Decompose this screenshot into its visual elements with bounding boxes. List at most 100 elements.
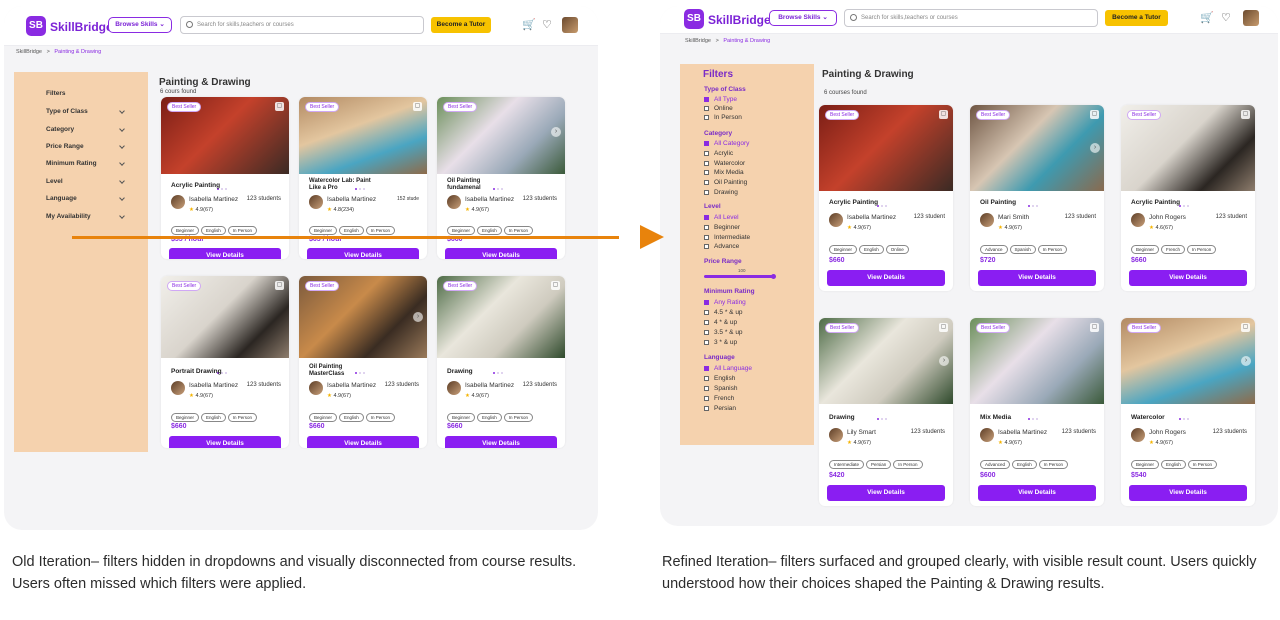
filter-option-online[interactable]: Online: [704, 105, 733, 112]
filter-option-intermediate[interactable]: Intermediate: [704, 234, 750, 241]
arrow-right-icon[interactable]: ›: [1241, 356, 1251, 366]
search-input[interactable]: Search for skills,teachers or courses: [180, 16, 424, 34]
view-details-button[interactable]: View Details: [307, 248, 419, 259]
price-range-handle[interactable]: [771, 274, 776, 279]
dot[interactable]: [221, 188, 223, 190]
checkbox[interactable]: [704, 114, 709, 120]
course-title[interactable]: Oil Painting: [980, 199, 1016, 206]
dot[interactable]: [225, 372, 227, 374]
course-card[interactable]: Best Seller ▢ Watercolor Lab: Paint Like…: [299, 97, 427, 259]
dot[interactable]: [225, 188, 227, 190]
bookmark-icon[interactable]: ▢: [1241, 110, 1250, 119]
course-title[interactable]: Oil Painting MasterClass: [309, 364, 369, 378]
course-card[interactable]: Best Seller ▢ › Oil Painting Mari Smith …: [970, 105, 1104, 291]
become-tutor-button[interactable]: Become a Tutor: [431, 17, 491, 33]
checkbox[interactable]: [704, 160, 709, 166]
filter-option-beginner[interactable]: Beginner: [704, 224, 740, 231]
course-card[interactable]: Best Seller ▢ Portrait Drawing Isabella …: [161, 276, 289, 448]
checkbox[interactable]: [704, 96, 709, 102]
arrow-right-icon[interactable]: ›: [939, 356, 949, 366]
filter-option-mix-media[interactable]: Mix Media: [704, 169, 744, 176]
filter-option-spanish[interactable]: Spanish: [704, 385, 738, 392]
view-details-button[interactable]: View Details: [307, 436, 419, 448]
view-details-button[interactable]: View Details: [445, 248, 557, 259]
view-details-button[interactable]: View Details: [445, 436, 557, 448]
filter-option-acrylic[interactable]: Acrylic: [704, 150, 733, 157]
filter-option-advance[interactable]: Advance: [704, 243, 739, 250]
course-title[interactable]: Drawing: [829, 414, 855, 421]
search-input[interactable]: Search for skills,teachers or courses: [844, 9, 1098, 27]
breadcrumb-current[interactable]: Painting & Drawing: [723, 38, 770, 44]
filter-option-oil-painting[interactable]: Oil Painting: [704, 179, 747, 186]
filter-option-drawing[interactable]: Drawing: [704, 189, 738, 196]
dot[interactable]: [497, 188, 499, 190]
view-details-button[interactable]: View Details: [1129, 270, 1247, 286]
course-title[interactable]: Acrylic Painting: [1131, 199, 1180, 206]
checkbox[interactable]: [704, 189, 709, 195]
checkbox[interactable]: [704, 105, 709, 111]
logo-text[interactable]: SkillBridge: [50, 20, 113, 34]
filter-option-in-person[interactable]: In Person: [704, 114, 742, 121]
bookmark-icon[interactable]: ▢: [551, 281, 560, 290]
instructor-name[interactable]: Isabella Martinez: [189, 196, 238, 203]
price-range-slider[interactable]: [704, 274, 776, 279]
course-card[interactable]: Best Seller ▢ › Watercolor John Rogers 1…: [1121, 318, 1255, 506]
course-card[interactable]: Best Seller ▢ Acrylic Painting Isabella …: [819, 105, 953, 291]
filter-option-rating-4[interactable]: 4 * & up: [704, 319, 737, 326]
filter-option-all-type[interactable]: All Type: [704, 96, 737, 103]
checkbox[interactable]: [704, 243, 709, 249]
dot[interactable]: [1032, 418, 1034, 420]
dot[interactable]: [1036, 418, 1038, 420]
bookmark-icon[interactable]: ▢: [275, 102, 284, 111]
view-details-button[interactable]: View Details: [978, 485, 1096, 501]
instructor-name[interactable]: Isabella Martinez: [327, 196, 376, 203]
checkbox[interactable]: [704, 375, 709, 381]
breadcrumb-current[interactable]: Painting & Drawing: [54, 49, 101, 55]
instructor-name[interactable]: Isabella Martinez: [465, 196, 514, 203]
dot[interactable]: [1032, 205, 1034, 207]
view-details-button[interactable]: View Details: [978, 270, 1096, 286]
dot[interactable]: [501, 188, 503, 190]
checkbox[interactable]: [704, 224, 709, 230]
arrow-right-icon[interactable]: ›: [413, 312, 423, 322]
dot[interactable]: [1183, 205, 1185, 207]
dot[interactable]: [877, 418, 879, 420]
filter-language[interactable]: Language: [46, 195, 136, 202]
filter-option-any-rating[interactable]: Any Rating: [704, 299, 746, 306]
instructor-name[interactable]: Mari Smith: [998, 214, 1029, 221]
filter-category[interactable]: Category: [46, 126, 136, 133]
course-title[interactable]: Oil Painting fundamenal: [447, 178, 497, 192]
filter-option-rating-4-5[interactable]: 4.5 * & up: [704, 309, 743, 316]
arrow-right-icon[interactable]: ›: [551, 127, 561, 137]
breadcrumb-home[interactable]: SkillBridge: [16, 49, 42, 55]
filter-price-range[interactable]: Price Range: [46, 143, 136, 150]
course-card[interactable]: Best Seller ▢ Mix Media Isabella Martine…: [970, 318, 1104, 506]
filter-option-persian[interactable]: Persian: [704, 405, 736, 412]
arrow-right-icon[interactable]: ›: [1090, 143, 1100, 153]
checkbox[interactable]: [704, 319, 709, 325]
dot[interactable]: [1179, 418, 1181, 420]
checkbox[interactable]: [704, 140, 709, 146]
logo-badge[interactable]: SB: [26, 16, 46, 36]
dot[interactable]: [885, 205, 887, 207]
filter-my-availability[interactable]: My Availability: [46, 213, 136, 220]
logo-text[interactable]: SkillBridge: [708, 13, 771, 27]
breadcrumb-home[interactable]: SkillBridge: [685, 38, 711, 44]
filter-option-rating-3-5[interactable]: 3.5 * & up: [704, 329, 743, 336]
dot[interactable]: [1187, 205, 1189, 207]
become-tutor-button[interactable]: Become a Tutor: [1105, 10, 1168, 26]
course-title[interactable]: Watercolor Lab: Paint Like a Pro: [309, 178, 379, 192]
filter-option-french[interactable]: French: [704, 395, 734, 402]
instructor-name[interactable]: Isabella Martinez: [998, 429, 1047, 436]
dot[interactable]: [1036, 205, 1038, 207]
view-details-button[interactable]: View Details: [169, 248, 281, 259]
checkbox[interactable]: [704, 150, 709, 156]
dot[interactable]: [1187, 418, 1189, 420]
instructor-name[interactable]: Lily Smart: [847, 429, 876, 436]
course-title[interactable]: Mix Media: [980, 414, 1011, 421]
filter-level[interactable]: Level: [46, 178, 136, 185]
course-card[interactable]: Best Seller › Oil Painting fundamenal Is…: [437, 97, 565, 259]
bookmark-icon[interactable]: ▢: [1241, 323, 1250, 332]
logo-badge[interactable]: SB: [684, 9, 704, 29]
dot[interactable]: [1028, 205, 1030, 207]
